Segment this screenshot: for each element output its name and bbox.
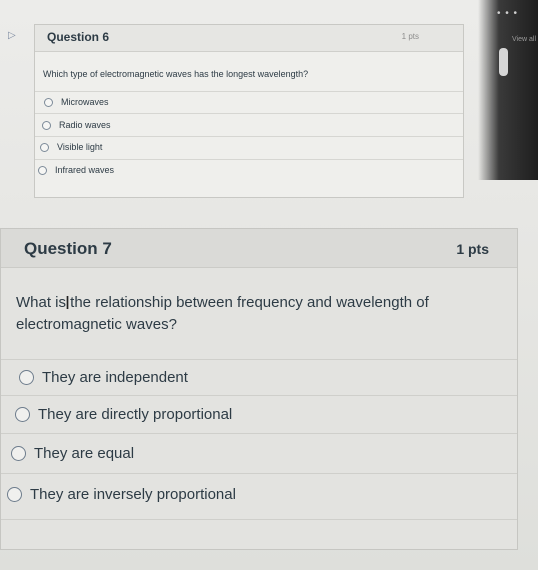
divider (35, 136, 463, 137)
question-6-points: 1 pts (401, 32, 419, 41)
radio-button[interactable] (11, 446, 26, 461)
divider (1, 433, 517, 434)
answer-label: Infrared waves (55, 165, 115, 175)
answer-option[interactable]: Infrared waves (38, 165, 114, 175)
radio-button[interactable] (15, 407, 30, 422)
radio-button[interactable] (44, 97, 53, 107)
divider (1, 473, 517, 474)
answer-option[interactable]: They are independent (19, 369, 188, 386)
question-7-points: 1 pts (456, 241, 489, 257)
answer-label: Visible light (57, 142, 103, 152)
question-7-title: Question 7 (24, 239, 112, 258)
divider (1, 519, 517, 520)
answer-option[interactable]: Radio waves (42, 120, 111, 130)
answer-option[interactable]: Microwaves (44, 97, 109, 107)
question-6-header: Question 6 1 pts (35, 25, 463, 52)
question-7-card: Question 7 1 pts What is the relationshi… (0, 228, 518, 550)
view-all-link[interactable]: View all (512, 36, 536, 43)
scroll-handle[interactable] (499, 48, 508, 76)
answer-label: Radio waves (59, 120, 111, 130)
question-6-text: Which type of electromagnetic waves has … (43, 69, 309, 79)
answer-label: They are equal (34, 445, 135, 462)
answer-option[interactable]: They are directly proportional (15, 406, 232, 423)
text-cursor-icon: I (65, 293, 71, 313)
answer-label: They are independent (42, 369, 188, 386)
radio-button[interactable] (40, 142, 49, 152)
divider (35, 159, 463, 160)
radio-button[interactable] (19, 370, 34, 385)
divider (1, 359, 517, 360)
bookmark-icon[interactable]: ▷ (8, 30, 22, 41)
question-6-card: Question 6 1 pts Which type of electroma… (34, 24, 464, 198)
question-7-text: What is the relationship between frequen… (16, 294, 429, 333)
radio-button[interactable] (42, 120, 51, 130)
side-panel: • • • View all (478, 0, 538, 180)
answer-label: Microwaves (61, 97, 109, 107)
divider (35, 113, 463, 114)
answer-label: They are inversely proportional (30, 486, 236, 503)
divider (1, 395, 517, 396)
radio-button[interactable] (7, 487, 22, 502)
radio-button[interactable] (38, 165, 47, 175)
divider (35, 91, 463, 92)
question-6-title: Question 6 (47, 30, 110, 44)
answer-label: They are directly proportional (38, 406, 233, 423)
answer-option[interactable]: They are inversely proportional (7, 486, 236, 503)
more-menu-icon[interactable]: • • • (497, 8, 518, 19)
question-7-header: Question 7 1 pts (1, 229, 517, 268)
answer-option[interactable]: Visible light (40, 142, 102, 152)
answer-option[interactable]: They are equal (11, 445, 134, 462)
